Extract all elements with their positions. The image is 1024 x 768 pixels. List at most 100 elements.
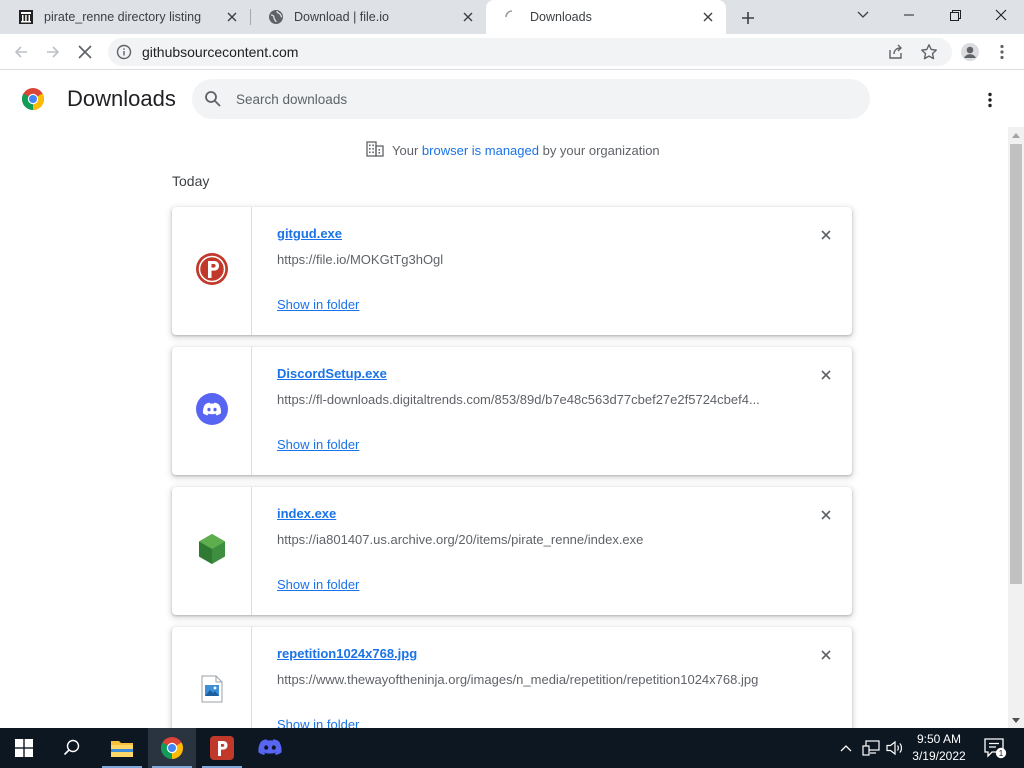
scrollbar-thumb[interactable] [1010,144,1022,584]
chrome-taskbar-button[interactable] [148,728,196,768]
chevron-down-icon [857,11,869,18]
tab-strip: pirate_renne directory listing Download … [0,0,1024,34]
new-tab-button[interactable] [736,6,760,30]
file-icon-column [172,487,252,615]
file-source-url[interactable]: https://file.io/MOKGtTg3hOgl [277,252,797,267]
file-name-link[interactable]: DiscordSetup.exe [277,366,387,381]
plus-icon [742,12,754,24]
clock-date: 3/19/2022 [912,749,966,763]
file-explorer-taskbar-button[interactable] [98,728,146,768]
forward-button[interactable] [40,39,66,65]
more-actions-button[interactable] [980,89,1000,111]
discord-icon [258,739,282,755]
minimize-button[interactable] [886,0,932,30]
loading-spinner-icon [504,9,520,25]
tab-downloads[interactable]: Downloads [486,0,726,34]
url-text: githubsourcecontent.com [142,44,299,60]
volume-tray-button[interactable] [884,728,906,768]
close-tab-icon[interactable] [700,9,716,25]
close-window-button[interactable] [978,0,1024,30]
scroll-down-arrow-icon[interactable] [1008,712,1024,728]
file-source-url[interactable]: https://fl-downloads.digitaltrends.com/8… [277,392,797,407]
action-center-button[interactable]: 1 [978,728,1012,768]
file-source-url[interactable]: https://www.thewayoftheninja.org/images/… [277,672,797,687]
share-icon[interactable] [888,44,904,65]
scroll-up-arrow-icon[interactable] [1008,127,1024,143]
file-icon-column [172,207,252,335]
file-name-link[interactable]: gitgud.exe [277,226,342,241]
chrome-logo-icon [21,87,45,116]
windows-start-icon [15,739,33,757]
site-info-icon[interactable] [116,44,132,65]
building-icon [366,141,384,160]
download-item: repetition1024x768.jpg https://www.thewa… [172,627,852,728]
stop-loading-button[interactable] [72,39,98,65]
green-cube-icon [197,533,227,570]
show-in-folder-link[interactable]: Show in folder [277,297,359,312]
tab-file-io[interactable]: Download | file.io [250,0,486,34]
start-button[interactable] [0,728,48,768]
clock-time: 9:50 AM [916,732,962,746]
chrome-icon [161,737,183,759]
close-icon [78,45,92,59]
search-icon [63,739,80,756]
archive-icon [18,9,34,25]
restore-icon [949,9,961,21]
taskbar-search-button[interactable] [48,728,96,768]
minimize-icon [904,14,914,16]
file-name-link[interactable]: repetition1024x768.jpg [277,646,417,661]
psiphon-taskbar-button[interactable] [198,728,246,768]
remove-from-list-button[interactable] [816,505,836,525]
file-source-url[interactable]: https://ia801407.us.archive.org/20/items… [277,532,797,547]
vertical-scrollbar[interactable] [1008,127,1024,728]
avatar-icon [961,43,979,61]
discord-taskbar-button[interactable] [246,728,294,768]
address-bar[interactable]: githubsourcecontent.com [108,38,952,66]
close-tab-icon[interactable] [460,9,476,25]
managed-link[interactable]: browser is managed [422,143,539,158]
show-hidden-icons-button[interactable] [836,728,856,768]
file-name-link[interactable]: index.exe [277,506,336,521]
network-icon [862,740,880,756]
chevron-up-icon [840,745,852,752]
taskbar-clock[interactable]: 9:50 AM 3/19/2022 [906,731,972,765]
bookmark-star-icon[interactable] [920,43,938,66]
managed-notice: Your browser is managed by your organiza… [366,141,660,160]
remove-from-list-button[interactable] [816,365,836,385]
close-icon [821,230,831,240]
more-vert-icon [988,92,992,108]
show-in-folder-link[interactable]: Show in folder [277,717,359,728]
tab-title: Downloads [530,10,592,24]
tab-search-button[interactable] [840,0,886,30]
search-input[interactable] [236,79,836,119]
network-tray-button[interactable] [860,728,882,768]
remove-from-list-button[interactable] [816,225,836,245]
search-icon [204,90,222,113]
close-icon [821,650,831,660]
show-in-folder-link[interactable]: Show in folder [277,577,359,592]
notification-count: 1 [999,749,1004,758]
search-box[interactable] [192,79,870,119]
profile-button[interactable] [957,39,983,65]
download-item: gitgud.exe https://file.io/MOKGtTg3hOgl … [172,207,852,335]
tab-pirate-renne[interactable]: pirate_renne directory listing [0,0,250,34]
managed-prefix: Your [392,143,419,158]
windows-taskbar: 9:50 AM 3/19/2022 1 [0,728,1024,768]
arrow-left-icon [14,46,27,58]
managed-suffix: by your organization [542,143,660,158]
more-vert-icon [1000,44,1004,60]
show-in-folder-link[interactable]: Show in folder [277,437,359,452]
file-icon-column [172,347,252,475]
file-icon-column [172,627,252,728]
remove-from-list-button[interactable] [816,645,836,665]
discord-icon [195,392,228,430]
close-icon [821,510,831,520]
speaker-icon [886,740,903,756]
psiphon-icon [210,736,234,760]
close-tab-icon[interactable] [224,9,240,25]
page-title: Downloads [67,86,176,111]
close-icon [995,9,1007,21]
chrome-menu-button[interactable] [989,39,1015,65]
restore-button[interactable] [932,0,978,30]
back-button[interactable] [8,39,34,65]
